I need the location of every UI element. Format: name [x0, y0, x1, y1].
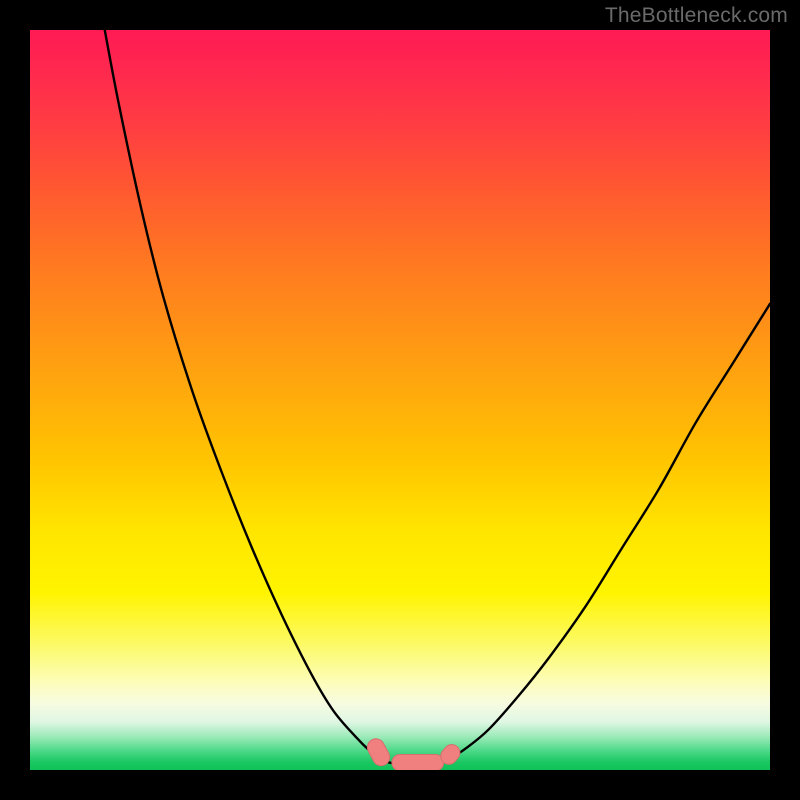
- valley-marker: [392, 754, 444, 770]
- chart-svg: [30, 30, 770, 770]
- chart-frame: TheBottleneck.com: [0, 0, 800, 800]
- valley-marker: [364, 736, 392, 769]
- watermark-text: TheBottleneck.com: [605, 4, 788, 28]
- plot-area: [30, 30, 770, 770]
- bottleneck-curve: [105, 30, 770, 764]
